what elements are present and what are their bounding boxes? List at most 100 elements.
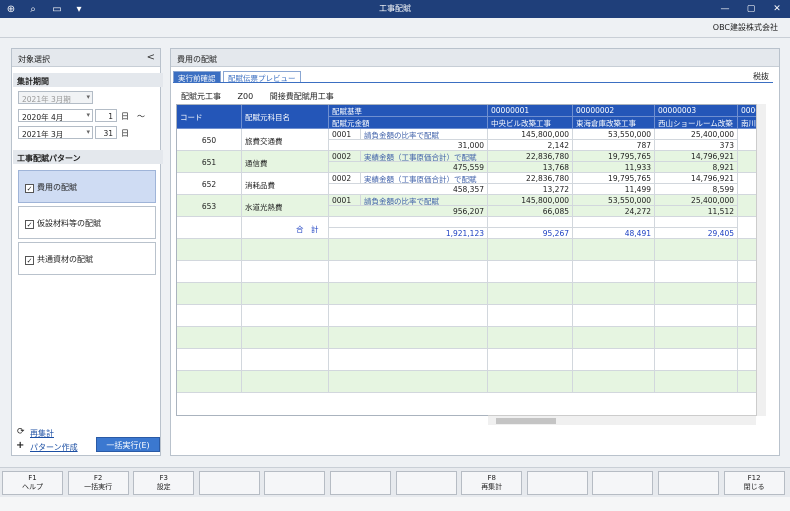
empty-row-cell — [655, 371, 738, 393]
function-key-6[interactable] — [330, 471, 391, 495]
function-key-code: F1 — [28, 474, 37, 482]
title-bar: ⊕ ⌕ ▭ ▾ 工事配賦 — ▢ ✕ — [0, 0, 790, 18]
tax-mode-label: 税抜 — [753, 72, 769, 81]
function-key-1[interactable]: F1 ヘルプ — [2, 471, 63, 495]
recalculate-link[interactable]: 再集計 — [30, 428, 54, 439]
empty-row-cell — [488, 349, 573, 371]
total-value: 29,405 — [655, 228, 738, 239]
empty-row-cell — [573, 327, 655, 349]
row-basis-no: 0002 — [329, 173, 361, 184]
vertical-scrollbar[interactable] — [756, 104, 766, 416]
run-all-button[interactable]: 一括実行(E) — [96, 437, 160, 452]
to-month-select[interactable]: 2021年 3月 ▾ — [18, 126, 93, 139]
empty-row-cell — [573, 371, 655, 393]
function-key-11[interactable] — [658, 471, 719, 495]
close-icon[interactable]: ✕ — [764, 0, 790, 18]
minimize-icon[interactable]: — — [712, 0, 738, 18]
empty-row-cell — [329, 239, 488, 261]
row-allocated-value: 11,933 — [573, 162, 655, 173]
pattern-label: 費用の配賦 — [37, 183, 77, 192]
collapse-chevron-icon[interactable]: < — [147, 52, 155, 63]
row-allocated-value: 8,921 — [655, 162, 738, 173]
function-key-7[interactable] — [395, 471, 457, 495]
total-extra-cell — [738, 217, 757, 239]
col-header-project-name: 東海倉庫改築工事 — [573, 117, 655, 129]
horizontal-scrollbar[interactable] — [488, 415, 756, 425]
row-basis-value: 53,550,000 — [573, 129, 655, 140]
empty-row-cell — [242, 371, 329, 393]
maximize-icon[interactable]: ▢ — [738, 0, 764, 18]
row-basis-link: 実績金額（工事原価合計）で配賦 — [361, 173, 488, 184]
function-key-9[interactable] — [526, 471, 588, 495]
empty-row-cell — [738, 261, 757, 283]
empty-row-cell — [242, 283, 329, 305]
empty-row-cell — [488, 305, 573, 327]
empty-row-cell — [242, 239, 329, 261]
empty-row-cell — [738, 239, 757, 261]
source-code: Z00 — [237, 92, 254, 101]
row-allocated-value: 13,768 — [488, 162, 573, 173]
function-key-10[interactable] — [592, 471, 654, 495]
plus-icon[interactable]: + — [16, 440, 24, 451]
checkbox-icon[interactable]: ✓ — [25, 256, 34, 265]
row-basis-value: 145,800,000 — [488, 195, 573, 206]
empty-row-cell — [177, 371, 242, 393]
empty-row-cell — [655, 261, 738, 283]
from-month-select[interactable]: 2020年 4月 ▾ — [18, 109, 93, 122]
allocation-grid[interactable]: コード 配賦元科目名 配賦基準 配賦元金額 00000001 中央ビル改築工事 000000… — [176, 104, 758, 416]
row-allocated-value: 2,142 — [488, 140, 573, 151]
empty-row-cell — [573, 283, 655, 305]
checkbox-icon[interactable]: ✓ — [25, 220, 34, 229]
function-key-code: F2 — [93, 474, 103, 482]
empty-row-cell — [488, 327, 573, 349]
row-code: 650 — [177, 129, 242, 151]
function-key-2[interactable]: F2 一括実行 — [67, 471, 129, 495]
row-basis-no: 0001 — [329, 195, 361, 206]
pattern-item[interactable]: ✓ 仮設材料等の配賦 — [18, 206, 156, 239]
source-label: 配賦元工事 — [181, 92, 221, 101]
function-key-12[interactable]: F12 閉じる — [723, 471, 785, 495]
scroll-thumb[interactable] — [496, 418, 556, 424]
tab-underline — [173, 82, 773, 83]
total-value: 95,267 — [488, 228, 573, 239]
checkbox-icon[interactable]: ✓ — [25, 184, 34, 193]
empty-row-cell — [738, 305, 757, 327]
pattern-item[interactable]: ✓ 費用の配賦 — [18, 170, 156, 203]
empty-row-cell — [329, 305, 488, 327]
row-amount: 31,000 — [329, 140, 488, 151]
row-basis-value: 19,795,765 — [573, 173, 655, 184]
row-amount: 956,207 — [329, 206, 488, 217]
total-basis-cell — [488, 217, 573, 228]
to-month-value: 2021年 3月 — [22, 130, 64, 139]
empty-row-cell — [242, 261, 329, 283]
from-day-input[interactable]: 1 — [95, 109, 117, 122]
function-key-label: 一括実行 — [84, 483, 113, 491]
create-pattern-link[interactable]: パターン作成 — [30, 442, 78, 453]
function-key-code: F3 — [159, 474, 168, 482]
row-code: 651 — [177, 151, 242, 173]
col-header-project-code: 00000001 — [488, 105, 573, 117]
empty-row-cell — [655, 239, 738, 261]
function-key-label: 閉じる — [743, 483, 765, 491]
row-basis-value: 22,836,780 — [488, 173, 573, 184]
row-basis-value: 14,796,921 — [655, 173, 738, 184]
pattern-item[interactable]: ✓ 共通資材の配賦 — [18, 242, 156, 275]
empty-row-cell — [738, 327, 757, 349]
function-key-5[interactable] — [264, 471, 326, 495]
refresh-icon[interactable]: ⟳ — [17, 427, 25, 437]
empty-row-cell — [573, 261, 655, 283]
function-key-8[interactable]: F8 再集計 — [461, 471, 523, 495]
empty-row-cell — [738, 349, 757, 371]
row-allocated-value: 24,272 — [573, 206, 655, 217]
empty-row-cell — [573, 239, 655, 261]
to-day-input[interactable]: 31 — [95, 126, 117, 139]
empty-row-cell — [329, 261, 488, 283]
function-key-4[interactable] — [198, 471, 260, 495]
fiscal-year-value: 2021年 3月期 — [22, 95, 71, 104]
panel-title: 対象選択 — [18, 55, 50, 64]
total-amount: 1,921,123 — [329, 228, 488, 239]
empty-row-cell — [329, 283, 488, 305]
function-key-3[interactable]: F3 設定 — [133, 471, 195, 495]
empty-row-cell — [655, 327, 738, 349]
row-code: 652 — [177, 173, 242, 195]
